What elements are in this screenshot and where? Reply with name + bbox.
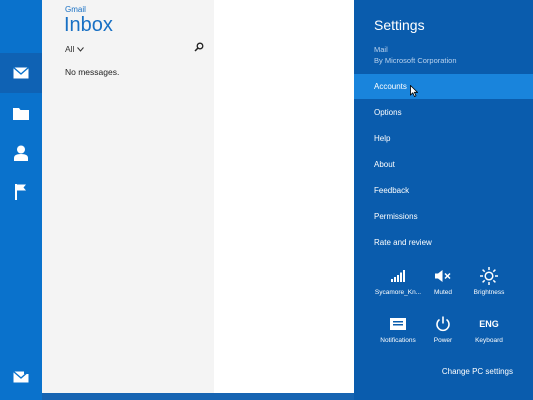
settings-item-permissions[interactable]: Permissions [354, 204, 533, 229]
power-label: Power [433, 337, 453, 344]
mail-nav-button[interactable] [0, 53, 42, 93]
nav-rail [0, 0, 42, 400]
volume-muted-icon [434, 270, 451, 282]
notifications-label: Notifications [380, 337, 416, 344]
folders-nav-button[interactable] [0, 93, 42, 133]
notifications-button[interactable]: Notifications [373, 315, 423, 344]
folder-title: Inbox [64, 14, 113, 36]
settings-item-options[interactable]: Options [354, 100, 533, 125]
settings-pane: Settings Mail By Microsoft Corporation A… [354, 0, 533, 400]
chevron-down-icon [77, 46, 85, 52]
mouse-cursor-icon [410, 85, 418, 97]
account-name[interactable]: Gmail [65, 5, 86, 14]
brightness-label: Brightness [473, 289, 505, 296]
settings-title: Settings [374, 17, 425, 33]
message-list-pane: Gmail Inbox All No messages. [42, 0, 214, 400]
filter-dropdown[interactable]: All [65, 44, 85, 54]
mail-compose-icon [13, 369, 29, 383]
settings-item-rate-and-review[interactable]: Rate and review [354, 230, 533, 255]
network-button[interactable]: Sycamore_Kn... [373, 267, 423, 296]
network-label: Sycamore_Kn... [374, 289, 422, 296]
people-nav-button[interactable] [0, 133, 42, 173]
filter-label: All [65, 44, 75, 54]
empty-message: No messages. [65, 67, 120, 77]
settings-item-about[interactable]: About [354, 152, 533, 177]
settings-item-accounts[interactable]: Accounts [354, 74, 533, 99]
app-publisher: By Microsoft Corporation [374, 56, 457, 65]
flag-icon [15, 184, 26, 200]
volume-button[interactable]: Muted [418, 267, 468, 296]
people-icon [14, 145, 28, 161]
keyboard-label: Keyboard [475, 337, 503, 344]
app-name: Mail [374, 45, 388, 54]
notifications-icon [390, 318, 406, 330]
power-icon [436, 316, 450, 332]
mail-icon [13, 67, 29, 79]
search-icon[interactable] [194, 42, 204, 52]
app-bar-edge [42, 393, 354, 400]
compose-button[interactable] [0, 356, 42, 396]
flag-nav-button[interactable] [0, 172, 42, 212]
settings-item-help[interactable]: Help [354, 126, 533, 151]
brightness-icon [480, 267, 498, 285]
volume-label: Muted [433, 289, 453, 296]
folder-icon [13, 107, 29, 120]
reading-pane [214, 0, 354, 393]
change-pc-settings-link[interactable]: Change PC settings [442, 367, 513, 376]
brightness-button[interactable]: Brightness [464, 267, 514, 296]
power-button[interactable]: Power [418, 315, 468, 344]
keyboard-button[interactable]: ENG Keyboard [464, 315, 514, 344]
network-signal-icon [391, 270, 405, 282]
settings-item-feedback[interactable]: Feedback [354, 178, 533, 203]
keyboard-icon: ENG [479, 319, 499, 329]
